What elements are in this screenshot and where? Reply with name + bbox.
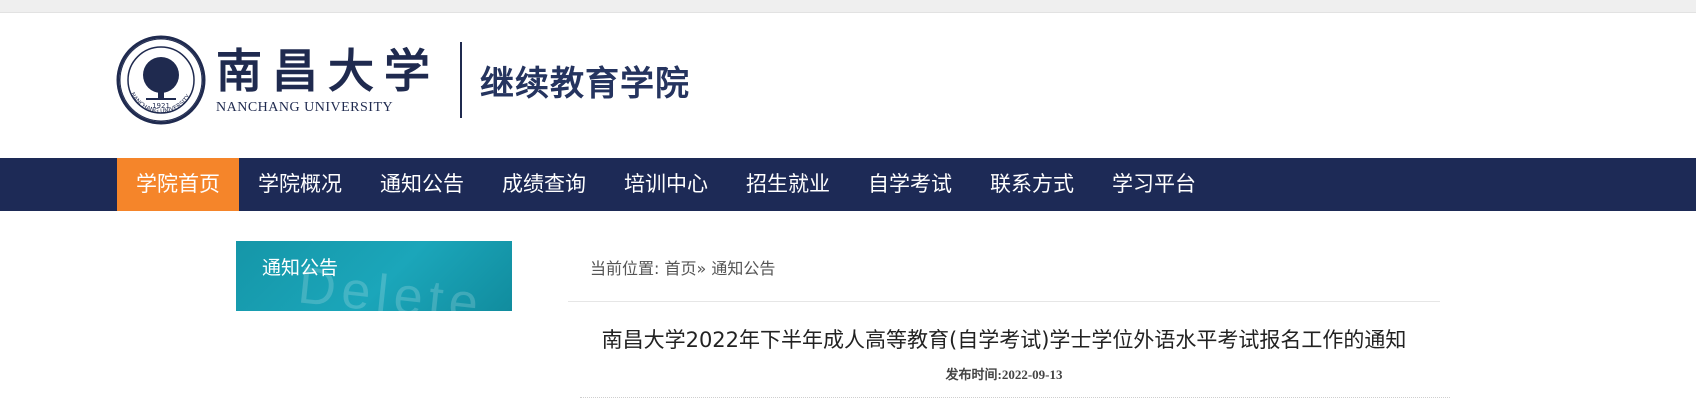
breadcrumb-current-link[interactable]: 通知公告 bbox=[711, 259, 775, 278]
site-logo[interactable]: 1921 NANCHANG UNIVERSITY 南昌大学 NANCHANG U… bbox=[116, 35, 690, 125]
site-header: 1921 NANCHANG UNIVERSITY 南昌大学 NANCHANG U… bbox=[0, 13, 1696, 158]
breadcrumb-prefix: 当前位置: bbox=[590, 259, 660, 278]
breadcrumb: 当前位置: 首页» 通知公告 bbox=[568, 241, 1440, 302]
university-name-cn: 南昌大学 bbox=[216, 44, 440, 98]
nav-item-self-exam[interactable]: 自学考试 bbox=[849, 158, 971, 211]
browser-top-strip bbox=[0, 0, 1696, 13]
breadcrumb-home-link[interactable]: 首页 bbox=[665, 259, 697, 278]
university-name-block: 南昌大学 NANCHANG UNIVERSITY bbox=[216, 44, 440, 116]
nav-item-notices[interactable]: 通知公告 bbox=[361, 158, 483, 211]
article-title: 南昌大学2022年下半年成人高等教育(自学考试)学士学位外语水平考试报名工作的通… bbox=[601, 328, 1407, 352]
nav-item-training[interactable]: 培训中心 bbox=[605, 158, 727, 211]
logo-divider bbox=[460, 42, 462, 118]
article-divider bbox=[580, 397, 1450, 398]
article-panel: 当前位置: 首页» 通知公告 南昌大学2022年下半年成人高等教育(自学考试)学… bbox=[568, 241, 1450, 398]
university-seal-icon: 1921 NANCHANG UNIVERSITY bbox=[116, 35, 206, 125]
publish-date: 2022-09-13 bbox=[1001, 367, 1063, 382]
nav-item-contact[interactable]: 联系方式 bbox=[971, 158, 1093, 211]
publish-label: 发布时间: bbox=[945, 367, 1002, 382]
nav-item-admissions[interactable]: 招生就业 bbox=[727, 158, 849, 211]
nav-item-home[interactable]: 学院首页 bbox=[117, 158, 239, 211]
nav-item-overview[interactable]: 学院概况 bbox=[239, 158, 361, 211]
breadcrumb-separator: » bbox=[696, 259, 707, 278]
article-meta: 发布时间:2022-09-13 bbox=[568, 364, 1440, 383]
sidebar-title: 通知公告 bbox=[262, 257, 339, 279]
sidebar-title-box: Delete 通知公告 bbox=[236, 241, 512, 311]
university-name-en: NANCHANG UNIVERSITY bbox=[216, 100, 394, 115]
college-name: 继续教育学院 bbox=[480, 63, 690, 104]
nav-item-learning-platform[interactable]: 学习平台 bbox=[1093, 158, 1215, 211]
main-nav: 学院首页 学院概况 通知公告 成绩查询 培训中心 招生就业 自学考试 联系方式 … bbox=[0, 158, 1696, 211]
nav-item-scores[interactable]: 成绩查询 bbox=[483, 158, 605, 211]
